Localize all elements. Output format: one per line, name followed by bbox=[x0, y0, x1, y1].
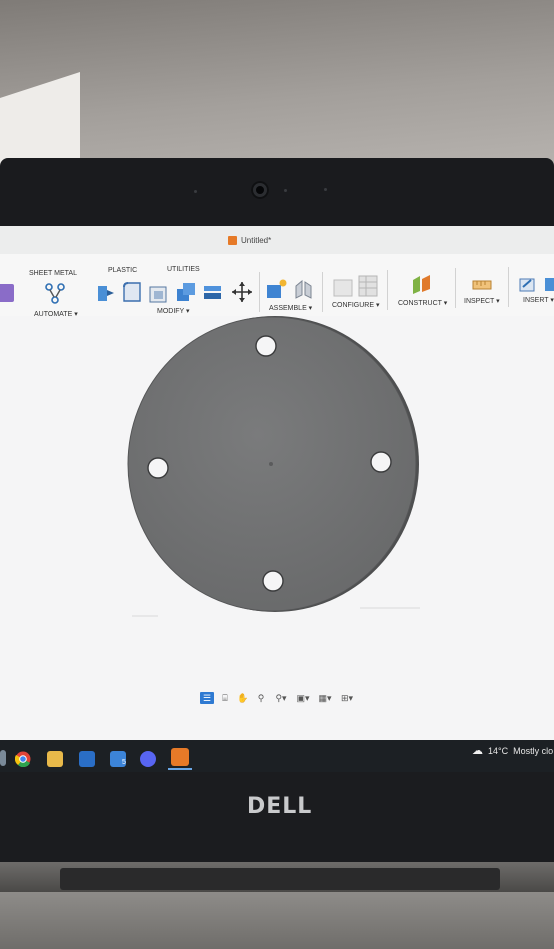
bolt-hole-right[interactable] bbox=[370, 451, 392, 473]
weather-temp: 14°C bbox=[488, 745, 509, 756]
press-pull-icon[interactable] bbox=[95, 282, 117, 304]
move-icon[interactable] bbox=[231, 281, 253, 303]
viewports-icon[interactable]: ⊞▾ bbox=[338, 692, 356, 704]
combine-icon[interactable] bbox=[175, 281, 197, 303]
toolbar-divider bbox=[322, 272, 323, 312]
automate-icon[interactable] bbox=[44, 282, 66, 304]
sketch-tool-icon[interactable] bbox=[0, 284, 14, 302]
toolbar: SHEET METAL PLASTIC UTILITIES AUTOMATE ▾ bbox=[0, 254, 554, 318]
configure-icon[interactable] bbox=[332, 276, 354, 298]
design-canvas[interactable] bbox=[0, 316, 554, 740]
sensor-dot bbox=[324, 188, 327, 191]
modify-menu[interactable]: MODIFY ▾ bbox=[157, 307, 190, 315]
replace-face-icon[interactable] bbox=[202, 280, 224, 302]
configure-table-icon[interactable] bbox=[357, 274, 379, 298]
inspect-menu[interactable]: INSPECT ▾ bbox=[464, 297, 500, 305]
app-screen: Untitled* SHEET METAL PLASTIC UTILITIES … bbox=[0, 226, 554, 740]
bolt-hole-top[interactable] bbox=[255, 335, 277, 357]
calculator-icon[interactable] bbox=[79, 751, 95, 767]
construct-menu[interactable]: CONSTRUCT ▾ bbox=[398, 299, 447, 307]
pan-icon[interactable]: ✋ bbox=[236, 692, 250, 704]
discord-icon[interactable] bbox=[140, 751, 156, 767]
tab-sheet-metal[interactable]: SHEET METAL bbox=[29, 270, 77, 277]
toolbar-divider bbox=[259, 272, 260, 312]
display-settings-icon[interactable]: ▣▾ bbox=[294, 692, 312, 704]
dell-logo: DELL bbox=[247, 794, 313, 819]
fusion-360-icon[interactable] bbox=[171, 748, 189, 766]
assemble-menu[interactable]: ASSEMBLE ▾ bbox=[269, 304, 312, 312]
new-component-icon[interactable] bbox=[265, 278, 289, 300]
grid-icon[interactable]: ▦▾ bbox=[316, 692, 334, 704]
file-explorer-icon[interactable] bbox=[47, 751, 63, 767]
laptop-top-bezel bbox=[0, 158, 554, 226]
weather-widget[interactable]: ☁ 14°C Mostly clo bbox=[472, 744, 553, 757]
measure-icon[interactable] bbox=[471, 276, 493, 294]
document-tab[interactable]: Untitled* bbox=[228, 236, 271, 245]
laptop-base bbox=[0, 892, 554, 949]
title-bar: Untitled* bbox=[0, 226, 554, 255]
orbit-icon[interactable]: ☰ bbox=[200, 692, 214, 704]
weather-desc: Mostly clo bbox=[513, 745, 554, 756]
document-title: Untitled* bbox=[241, 236, 272, 245]
active-app-indicator bbox=[168, 768, 192, 770]
zoom-icon[interactable]: ⚲ bbox=[254, 692, 268, 704]
webcam-lens bbox=[256, 186, 264, 194]
fusion-document-icon bbox=[228, 236, 237, 245]
toolbar-divider bbox=[508, 267, 509, 307]
insert-mesh-icon[interactable] bbox=[543, 274, 554, 294]
background-wall bbox=[0, 0, 554, 175]
tab-utilities[interactable]: UTILITIES bbox=[167, 266, 200, 273]
toolbar-divider bbox=[455, 268, 456, 308]
zoom-window-icon[interactable]: ⚲▾ bbox=[272, 692, 290, 704]
sensor-dot bbox=[194, 190, 197, 193]
mail-badge: 5 bbox=[122, 759, 126, 766]
navigation-bar: ☰ ⌸ ✋ ⚲ ⚲▾ ▣▾ ▦▾ ⊞▾ bbox=[200, 692, 356, 704]
joint-icon[interactable] bbox=[293, 278, 315, 300]
hinge-cover bbox=[60, 868, 500, 890]
bolt-hole-left[interactable] bbox=[147, 457, 169, 479]
configure-menu[interactable]: CONFIGURE ▾ bbox=[332, 301, 379, 309]
cloud-sun-icon: ☁ bbox=[472, 745, 483, 757]
insert-derive-icon[interactable] bbox=[517, 274, 537, 294]
search-icon[interactable] bbox=[0, 750, 6, 766]
bolt-hole-bottom[interactable] bbox=[262, 570, 284, 592]
windows-taskbar: 5 bbox=[0, 740, 554, 772]
toolbar-divider bbox=[387, 270, 388, 310]
model-viewport[interactable] bbox=[0, 316, 554, 740]
offset-plane-icon[interactable] bbox=[410, 274, 434, 298]
tab-plastic[interactable]: PLASTIC bbox=[108, 267, 137, 274]
fillet-icon[interactable] bbox=[121, 281, 143, 303]
shell-icon[interactable] bbox=[148, 282, 170, 304]
sensor-dot bbox=[284, 189, 287, 192]
look-at-icon[interactable]: ⌸ bbox=[218, 692, 232, 704]
insert-menu[interactable]: INSERT ▾ bbox=[523, 296, 554, 304]
chrome-icon[interactable] bbox=[15, 751, 31, 767]
center-point bbox=[269, 462, 273, 466]
